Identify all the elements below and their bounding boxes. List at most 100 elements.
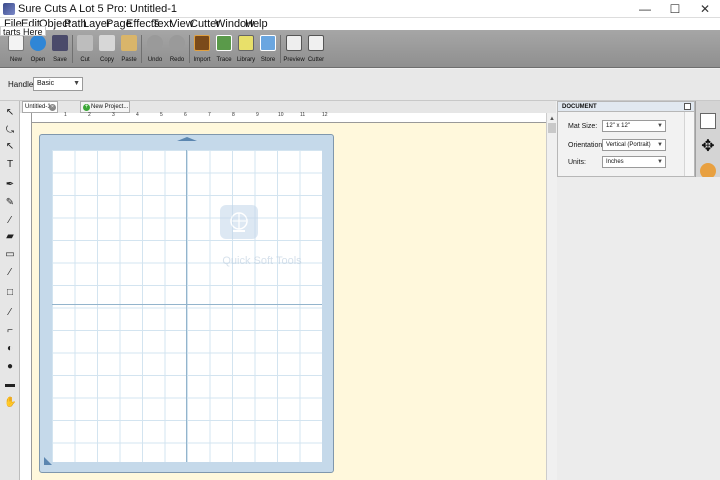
undo-icon xyxy=(147,35,163,51)
redo-icon xyxy=(169,35,185,51)
handles-dropdown[interactable]: Basic ▼ xyxy=(33,77,83,91)
ruler-number: 10 xyxy=(278,112,284,118)
paste-icon xyxy=(121,35,137,51)
cut-grid xyxy=(52,150,322,462)
copy-icon xyxy=(99,35,115,51)
new-icon xyxy=(8,35,24,51)
maximize-button[interactable]: ☐ xyxy=(660,0,690,18)
ruler-number: 8 xyxy=(232,112,235,118)
units-label: Units: xyxy=(568,159,586,166)
node-edit-icon[interactable]: ⤿ xyxy=(4,125,16,137)
cutting-mat xyxy=(39,134,334,473)
watermark: Quick Soft Tools xyxy=(202,203,322,283)
brush-icon[interactable]: ⁄ xyxy=(4,215,16,227)
tools-panel: ↖ ⤿ ↖ T ✒ ✎ ⁄ ▰ ▭ ⁄ □ ⁄ ⌐ ◐ ● ▬ ✋ xyxy=(0,101,20,480)
text-icon[interactable]: T xyxy=(4,159,16,171)
ruler-number: 6 xyxy=(184,112,187,118)
minimize-button[interactable]: — xyxy=(630,0,660,18)
ruler-number: 7 xyxy=(208,112,211,118)
app-icon xyxy=(3,3,15,15)
scroll-up-icon[interactable]: ▲ xyxy=(547,115,557,123)
eyedropper-icon[interactable]: ⁄ xyxy=(4,267,16,279)
lasso-icon[interactable]: ↖ xyxy=(4,141,16,153)
right-dock: ✥ xyxy=(695,101,720,179)
mat-size-dropdown[interactable]: 12" x 12" ▼ xyxy=(602,120,666,132)
pen-icon[interactable]: ✒ xyxy=(4,179,16,191)
trace-icon xyxy=(216,35,232,51)
center-guide-horizontal xyxy=(52,304,322,305)
main-toolbar: New Open Save Cut Copy Paste Undo Redo I… xyxy=(0,30,720,68)
pointer-icon[interactable]: ↖ xyxy=(4,107,16,119)
cutter-button[interactable]: Cutter xyxy=(304,32,328,66)
cutter-icon xyxy=(308,35,324,51)
horizontal-ruler: 1 2 3 4 5 6 7 8 9 10 11 12 xyxy=(32,112,546,123)
pan-icon[interactable]: ✋ xyxy=(4,397,16,409)
mat-size-label: Mat Size: xyxy=(568,123,598,130)
fill-icon[interactable]: ▭ xyxy=(4,249,16,261)
cut-icon xyxy=(77,35,93,51)
orientation-value: Vertical (Portrait) xyxy=(606,142,651,148)
import-icon xyxy=(194,35,210,51)
knife-icon[interactable]: ⁄ xyxy=(4,307,16,319)
library-icon xyxy=(238,35,254,51)
cutter-label: Cutter xyxy=(307,57,325,63)
ruler-number: 1 xyxy=(64,112,67,118)
ruler-number: 2 xyxy=(88,112,91,118)
shape-icon[interactable]: ⌐ xyxy=(4,325,16,337)
ruler-number: 11 xyxy=(300,112,306,118)
zoom-icon[interactable]: ● xyxy=(4,361,16,373)
tooltip: tarts Here xyxy=(0,26,46,37)
empty-panel-area xyxy=(557,177,720,480)
panel-title-text: DOCUMENT xyxy=(562,104,597,110)
open-icon xyxy=(30,35,46,51)
feed-direction-icon xyxy=(177,137,197,141)
orientation-label: Orientation: xyxy=(568,142,605,149)
tab-untitled[interactable]: Untitled-1 × xyxy=(22,101,58,113)
menu-bar: File Edit Object Path Layer Page Effects… xyxy=(0,18,720,30)
watermark-text: Quick Soft Tools xyxy=(222,255,302,267)
move-icon[interactable]: ✥ xyxy=(700,139,716,155)
eraser-icon[interactable]: ▰ xyxy=(4,231,16,243)
chevron-down-icon: ▼ xyxy=(657,123,663,129)
panel-scrollbar[interactable] xyxy=(684,112,694,176)
handles-value: Basic xyxy=(37,80,55,87)
ruler-number: 5 xyxy=(160,112,163,118)
document-tab-strip: Untitled-1 × + New Project... xyxy=(20,101,556,113)
menu-help[interactable]: Help xyxy=(245,18,268,30)
design-canvas[interactable]: Quick Soft Tools xyxy=(32,123,546,480)
tab-label: New Project... xyxy=(91,104,129,110)
close-button[interactable]: ✕ xyxy=(690,0,720,18)
title-bar: Sure Cuts A Lot 5 Pro: Untitled-1 — ☐ ✕ xyxy=(0,0,720,18)
handles-bar: Handles: Basic ▼ xyxy=(0,69,720,101)
ruler-number: 12 xyxy=(322,112,328,118)
plus-icon: + xyxy=(83,104,90,111)
measure-icon[interactable]: ▬ xyxy=(4,379,16,391)
vertical-scrollbar[interactable]: ▲ xyxy=(546,113,556,480)
brain-icon xyxy=(230,212,248,232)
ruler-number: 9 xyxy=(256,112,259,118)
chevron-down-icon: ▼ xyxy=(657,159,663,165)
preview-icon xyxy=(286,35,302,51)
brain-logo-icon xyxy=(220,205,258,239)
rectangle-icon[interactable]: □ xyxy=(4,287,16,299)
pin-icon[interactable] xyxy=(684,103,691,110)
page-icon[interactable] xyxy=(700,113,716,129)
tab-label: Untitled-1 xyxy=(25,104,51,110)
document-panel: DOCUMENT Mat Size: 12" x 12" ▼ Orientati… xyxy=(557,101,695,177)
ruler-number: 4 xyxy=(136,112,139,118)
contrast-icon[interactable]: ◐ xyxy=(4,343,16,355)
ruler-number: 3 xyxy=(112,112,115,118)
chevron-down-icon: ▼ xyxy=(657,142,663,148)
center-guide-vertical xyxy=(186,150,187,462)
units-value: Inches xyxy=(606,159,624,165)
chevron-down-icon: ▼ xyxy=(73,80,80,87)
save-icon xyxy=(52,35,68,51)
pencil-icon[interactable]: ✎ xyxy=(4,197,16,209)
store-icon xyxy=(260,35,276,51)
orientation-dropdown[interactable]: Vertical (Portrait) ▼ xyxy=(602,139,666,151)
close-icon[interactable]: × xyxy=(49,104,56,111)
panel-title: DOCUMENT xyxy=(558,102,694,112)
scroll-thumb[interactable] xyxy=(548,123,556,133)
window-title: Sure Cuts A Lot 5 Pro: Untitled-1 xyxy=(18,3,177,15)
units-dropdown[interactable]: Inches ▼ xyxy=(602,156,666,168)
